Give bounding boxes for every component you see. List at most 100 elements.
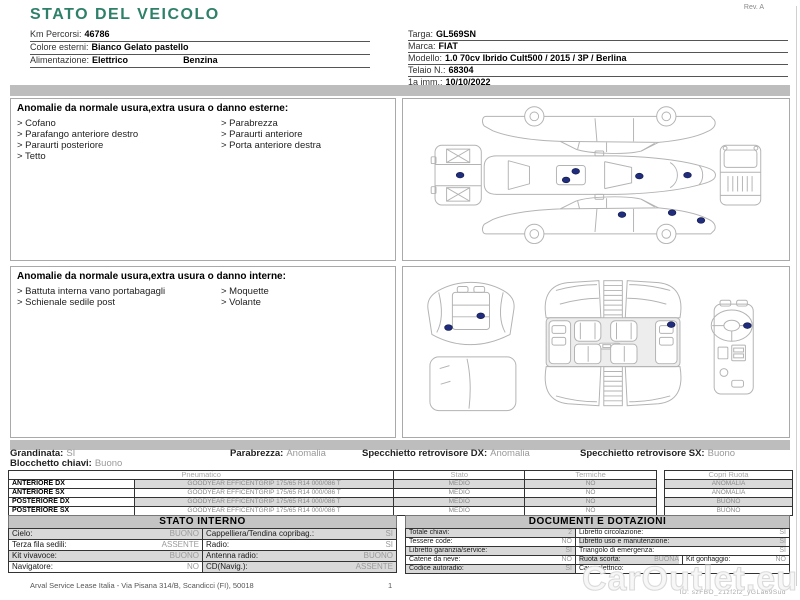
- anomaly-item: > Parabrezza: [221, 118, 278, 129]
- anomaly-item: > Moquette: [221, 286, 269, 297]
- damage-marker: [455, 171, 465, 179]
- stato-interno-row: Cielo: BUONO Cappelliera/Tendina copribag.…: [8, 528, 397, 540]
- field-label: Libretto uso e manutenzione:: [579, 538, 670, 546]
- field-label: Codice autoradio:: [409, 565, 464, 573]
- damage-marker: [666, 321, 676, 328]
- field-pair: Kit vivavoce: BUONO: [12, 552, 199, 561]
- documenti-cell-right: Libretto uso e manutenzione: SI: [575, 537, 790, 547]
- tires-header-copri-ruota: Copri Ruota: [664, 470, 793, 480]
- trunk-floor-view: [429, 356, 517, 412]
- field-pair: Tessere code: NO: [409, 538, 573, 546]
- field-label: Libretto garanzia/service:: [409, 547, 488, 555]
- damage-marker: [476, 312, 485, 320]
- tire-cell-spec: GOODYEAR EFFICENTGRIP 175/65 R14 000/086…: [133, 479, 395, 489]
- tires-table: Pneumatico Stato Termiche ANTERIORE DX GO…: [7, 470, 657, 516]
- damage-marker: [667, 209, 677, 216]
- field-value: ASSENTE: [161, 540, 199, 550]
- vehicle-info-row: Telaio N.: 68304: [408, 65, 788, 77]
- info-label: Marca:: [408, 41, 436, 51]
- interior-anomalies-column-1: > Battuta interna vano portabagagli > Sch…: [17, 286, 221, 308]
- field-label: Libretto circolazione:: [579, 529, 644, 537]
- stato-interno-cell: Cielo: BUONO: [8, 528, 203, 540]
- tires-header-termiche: Termiche: [524, 470, 657, 480]
- field-value: SI: [385, 540, 393, 550]
- cabin-interior-view: [544, 280, 682, 407]
- damage-marker: [635, 172, 644, 180]
- vehicle-info-right: Targa: GL569SN Marca: FIAT Modello: 1.0 70cv …: [408, 29, 788, 89]
- dashboard-view: [710, 299, 754, 395]
- documenti-cell-left: Catene da neve: NO: [405, 555, 576, 565]
- field-value: BUONA: [654, 556, 679, 564]
- damage-marker: [571, 168, 580, 175]
- copri-ruota-value: BUONO: [664, 497, 793, 507]
- page-title: STATO DEL VEICOLO: [30, 6, 220, 23]
- documenti-cell-left: Totale chiavi: 2: [405, 528, 576, 538]
- field-pair: Cielo: BUONO: [12, 530, 199, 539]
- info-value: 46786: [84, 29, 110, 39]
- info-label: Colore esterni:: [30, 42, 89, 52]
- stato-interno-cell: Kit vivavoce: BUONO: [8, 550, 203, 562]
- field-value: SI: [565, 565, 572, 573]
- anomaly-item: > Paraurti anteriore: [221, 129, 303, 140]
- trunk-interior-view: [427, 281, 515, 346]
- documenti-row: Tessere code: NO Libretto uso e manutenzio…: [405, 537, 790, 547]
- anomaly-item: > Paraurti posteriore: [17, 140, 104, 151]
- field-value: NO: [561, 538, 573, 546]
- car-side-view-left: [482, 106, 716, 154]
- stato-interno-cell: CD(Navig.): ASSENTE: [202, 561, 397, 573]
- copri-ruota-value: ANOMALIA: [664, 488, 793, 498]
- vehicle-info-row: Colore esterni: Bianco Gelato pastello: [30, 42, 370, 55]
- info-label: Km Percorsi:: [30, 29, 82, 39]
- exterior-anomalies-title: Anomalie da normale usura,extra usura o …: [17, 103, 289, 114]
- field-pair: Triangolo di emergenza: SI: [579, 548, 786, 555]
- anomaly-item: > Tetto: [17, 151, 46, 162]
- stato-interno-cell: Terza fila sedili: ASSENTE: [8, 539, 203, 551]
- stato-interno-cell: Cappelliera/Tendina copribag.: SI: [202, 528, 397, 540]
- field-label: Terza fila sedili:: [12, 540, 67, 550]
- documenti-cell-right: Libretto circolazione: SI: [575, 528, 790, 538]
- field-pair: Codice autoradio: SI: [409, 565, 572, 573]
- documenti-row: Libretto garanzia/service: SI Triangolo di…: [405, 546, 790, 556]
- tires-header-stato: Stato: [393, 470, 526, 480]
- field-label: Kit gonfiaggio:: [686, 556, 731, 564]
- stato-interno-table: Cielo: BUONO Cappelliera/Tendina copribag.…: [8, 528, 397, 573]
- field-pair: Ruota scorta: BUONA: [579, 556, 679, 564]
- field-label: Cavo elettrico:: [579, 565, 624, 573]
- interior-anomalies-box: Anomalie da normale usura,extra usura o …: [10, 266, 396, 438]
- copri-ruota-row: BUONO: [664, 497, 793, 507]
- anomaly-item: > Schienale sedile post: [17, 297, 115, 308]
- vehicle-info-row: Targa: GL569SN: [408, 29, 788, 41]
- damage-marker: [743, 322, 752, 329]
- tire-row: POSTERIORE DX GOODYEAR EFFICENTGRIP 175/6…: [8, 497, 657, 507]
- footer-page-number: 1: [388, 581, 393, 590]
- summary-blocchetto-chiavi: Blocchetto chiavi: Buono: [10, 458, 122, 469]
- vehicle-info-row: Km Percorsi: 46786: [30, 29, 370, 42]
- info-value: Bianco Gelato pastello: [91, 42, 189, 52]
- stato-interno-header: STATO INTERNO: [8, 515, 397, 529]
- field-pair: Radio: SI: [206, 540, 393, 550]
- copri-ruota-row: ANOMALIA: [664, 488, 793, 498]
- summary-value: Buono: [94, 458, 123, 469]
- info-label: Targa:: [408, 29, 434, 39]
- field-label: Cappelliera/Tendina copribag.:: [206, 529, 315, 539]
- stato-interno-cell: Navigatore: NO: [8, 561, 203, 573]
- field-pair: Libretto circolazione: SI: [579, 529, 786, 537]
- field-pair: Cappelliera/Tendina copribag.: SI: [206, 529, 393, 539]
- car-front-view: [719, 144, 762, 206]
- copri-ruota-table: Copri Ruota ANOMALIA ANOMALIA BUONO BUONO: [664, 470, 793, 516]
- field-value: NO: [775, 556, 787, 564]
- interior-diagram-box: [402, 266, 790, 438]
- summary-value: Anomalia: [286, 448, 326, 459]
- footer-document-id: ID: szFBO_21zf2t2_yGLa69Sud: [679, 589, 786, 596]
- summary-specchietto-sx: Specchietto retrovisore SX: Buono: [580, 448, 735, 459]
- field-value: 2: [568, 529, 572, 537]
- field-value: SI: [565, 547, 572, 555]
- info-label: Modello:: [408, 53, 443, 63]
- field-value: NO: [561, 556, 573, 564]
- vehicle-info-row: Modello: 1.0 70cv Ibrido Cult500 / 2015 /…: [408, 53, 788, 65]
- copri-ruota-row: ANOMALIA: [664, 479, 793, 489]
- documenti-row: Catene da neve: NO Ruota scorta: BUONA Kit g…: [405, 555, 790, 565]
- car-top-view: [483, 150, 716, 200]
- anomaly-item: > Porta anteriore destra: [221, 140, 322, 151]
- anomaly-item: > Cofano: [17, 118, 56, 129]
